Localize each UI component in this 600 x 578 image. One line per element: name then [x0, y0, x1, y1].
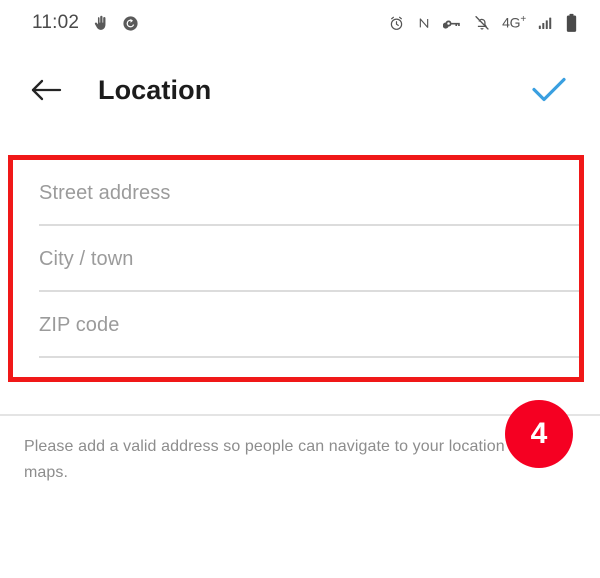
- signal-bars-icon: [537, 15, 554, 31]
- confirm-button[interactable]: [522, 63, 576, 117]
- address-form-highlight: Street address City / town ZIP code: [8, 155, 584, 382]
- back-arrow-icon: [31, 79, 62, 101]
- zip-code-field[interactable]: ZIP code: [13, 292, 579, 358]
- network-type-label: 4G+: [502, 14, 526, 31]
- address-form: Street address City / town ZIP code: [13, 160, 579, 377]
- nfc-icon: [416, 15, 432, 31]
- alarm-clock-icon: [388, 15, 405, 32]
- battery-full-icon: [565, 13, 578, 33]
- street-address-field[interactable]: Street address: [13, 160, 579, 226]
- sync-refresh-icon: [122, 15, 139, 32]
- hand-touch-icon: [92, 15, 109, 32]
- city-town-field[interactable]: City / town: [13, 226, 579, 292]
- back-button[interactable]: [20, 64, 72, 116]
- helper-text: Please add a valid address so people can…: [24, 438, 522, 481]
- status-time: 11:02: [32, 12, 80, 33]
- step-badge-number: 4: [530, 417, 548, 450]
- network-type-text: 4G: [502, 14, 521, 31]
- status-bar-left: 11:02: [32, 12, 139, 34]
- network-plus: +: [520, 13, 526, 25]
- vpn-key-icon: [443, 14, 462, 33]
- app-bar: Location: [0, 46, 600, 134]
- step-badge: 4: [505, 400, 573, 468]
- status-bar-right: 4G+: [388, 13, 578, 33]
- status-bar: 11:02 4G+: [0, 0, 600, 46]
- page-title: Location: [98, 74, 212, 105]
- street-address-placeholder: Street address: [39, 181, 171, 204]
- phone-screen: 11:02 4G+ Location Street address City /…: [0, 0, 600, 578]
- checkmark-icon: [532, 77, 566, 102]
- zip-code-placeholder: ZIP code: [39, 313, 120, 336]
- notifications-off-icon: [473, 14, 491, 32]
- city-town-placeholder: City / town: [39, 247, 134, 270]
